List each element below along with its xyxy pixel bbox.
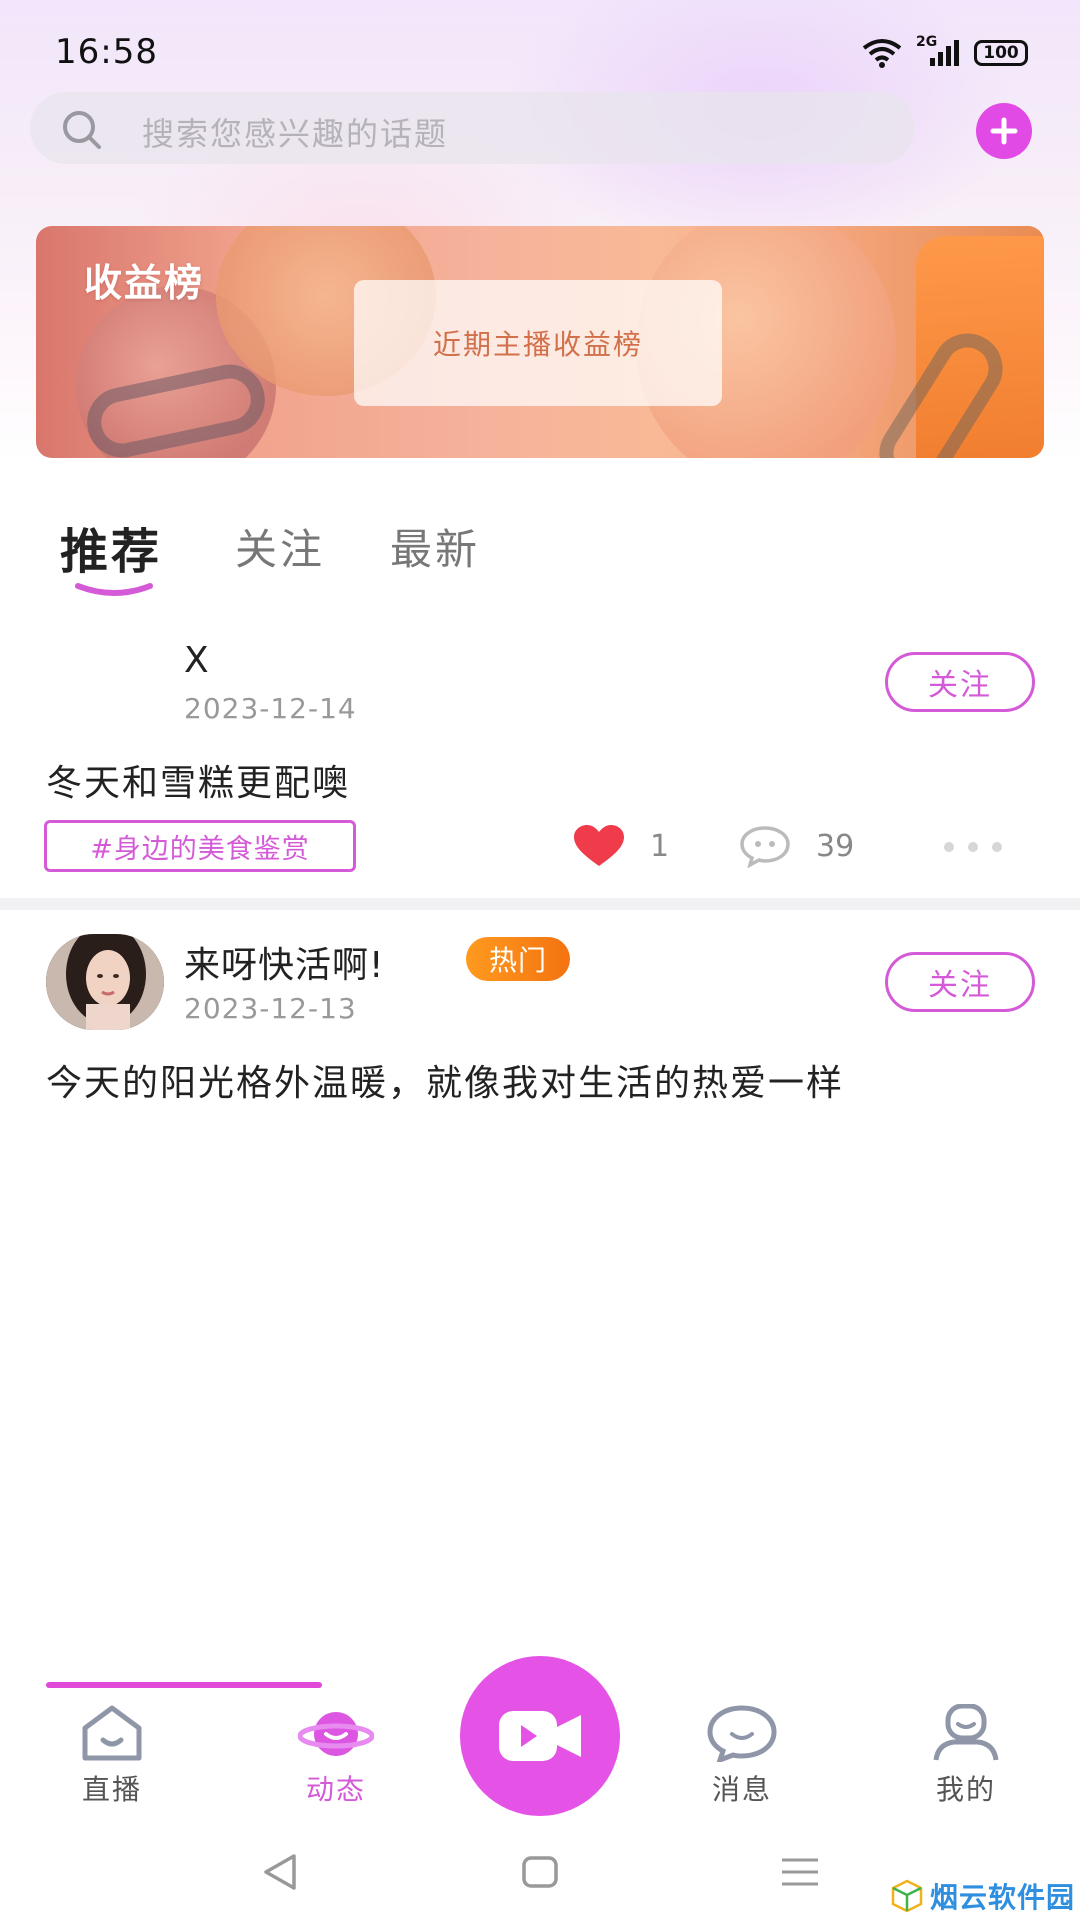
profile-icon (933, 1704, 999, 1761)
follow-button[interactable]: 关注 (885, 652, 1035, 712)
signal-icon: 2G (916, 34, 960, 68)
more-options-icon[interactable] (944, 842, 1002, 852)
wifi-icon (862, 39, 902, 68)
tab-recommended[interactable]: 推荐 (60, 512, 162, 582)
banner-card: 近期主播收益榜 (354, 280, 722, 406)
watermark-text: 烟云软件园 (930, 1881, 1076, 1914)
add-post-button[interactable] (976, 103, 1032, 159)
home-icon (82, 1705, 142, 1761)
follow-button[interactable]: 关注 (885, 952, 1035, 1012)
avatar[interactable] (46, 934, 164, 1030)
nav-item-profile[interactable]: 我的 (906, 1704, 1026, 1808)
nav-item-live[interactable]: 直播 (52, 1704, 172, 1808)
post-date: 2023-12-14 (184, 692, 357, 725)
nav-item-moments[interactable]: 动态 (276, 1704, 396, 1808)
search-input[interactable]: 搜索您感兴趣的话题 (30, 92, 915, 164)
post-text: 冬天和雪糕更配噢 (46, 763, 351, 804)
tab-latest[interactable]: 最新 (390, 516, 480, 577)
topic-tag[interactable]: #身边的美食鉴赏 (44, 820, 356, 872)
heart-icon (574, 825, 624, 866)
nav-label: 我的 (935, 1773, 996, 1806)
like-button[interactable]: 1 (572, 824, 669, 868)
comment-button[interactable]: 39 (738, 824, 854, 868)
planet-icon (298, 1712, 374, 1756)
banner-card-text: 近期主播收益榜 (432, 328, 643, 361)
post-text: 今天的阳光格外温暖，就像我对生活的热爱一样 (46, 1063, 845, 1104)
post-divider (0, 898, 1080, 910)
comment-count: 39 (816, 828, 855, 864)
earnings-ranking-banner[interactable]: 收益榜 近期主播收益榜 (36, 226, 1044, 458)
nav-label: 直播 (81, 1773, 142, 1806)
status-icons: 2G 100 (862, 34, 1028, 68)
cube-logo-icon (891, 1879, 923, 1913)
nav-label: 消息 (711, 1773, 772, 1806)
like-count: 1 (650, 828, 670, 864)
status-time: 16:58 (55, 32, 158, 72)
avatar-portrait (46, 934, 164, 1030)
plus-icon (990, 117, 1018, 145)
watermark: 烟云软件园 (890, 1876, 1075, 1916)
menu-icon[interactable] (778, 1850, 822, 1894)
go-live-button[interactable] (460, 1656, 620, 1816)
video-camera-icon (499, 1711, 581, 1761)
back-icon[interactable] (258, 1850, 302, 1894)
battery-icon: 100 (974, 40, 1028, 66)
search-icon (63, 111, 101, 149)
active-tab-indicator (75, 583, 153, 596)
tab-following[interactable]: 关注 (235, 516, 325, 577)
post-username[interactable]: X (184, 640, 210, 681)
comment-icon (740, 826, 790, 868)
hot-badge: 热门 (466, 937, 570, 981)
banner-title: 收益榜 (84, 261, 205, 305)
home-button-icon[interactable] (518, 1850, 562, 1894)
nav-label: 动态 (305, 1773, 366, 1806)
status-bar: 16:58 2G 100 (0, 0, 1080, 100)
post-username[interactable]: 来呀快活啊! (184, 936, 384, 988)
chat-bubble-icon (707, 1705, 777, 1762)
search-placeholder: 搜索您感兴趣的话题 (142, 115, 449, 153)
nav-item-messages[interactable]: 消息 (682, 1704, 802, 1808)
post-date: 2023-12-13 (184, 992, 357, 1025)
